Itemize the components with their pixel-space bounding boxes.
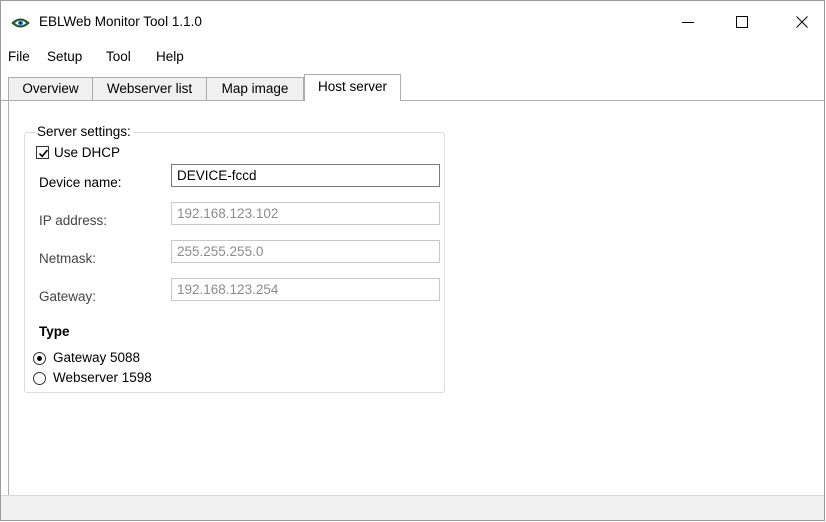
radio-gateway-5088-label: Gateway 5088 — [53, 350, 141, 365]
use-dhcp-label: Use DHCP — [54, 145, 121, 160]
title-bar: EBLWeb Monitor Tool 1.1.0 — [1, 1, 824, 46]
radio-webserver-1598-label: Webserver 1598 — [53, 370, 152, 385]
server-settings-title: Server settings: — [35, 124, 133, 139]
radio-selected-dot — [37, 356, 42, 361]
menu-setup[interactable]: Setup — [47, 49, 82, 64]
checkmark-icon — [38, 149, 49, 158]
device-name-label: Device name: — [39, 175, 122, 190]
device-name-field[interactable] — [171, 164, 440, 187]
menu-help[interactable]: Help — [156, 49, 184, 64]
tab-overview[interactable]: Overview — [8, 77, 93, 100]
window-title: EBLWeb Monitor Tool 1.1.0 — [39, 14, 202, 29]
netmask-label: Netmask: — [39, 251, 97, 266]
app-window: EBLWeb Monitor Tool 1.1.0 File Setup Too… — [0, 0, 825, 521]
gateway-label: Gateway: — [39, 289, 97, 304]
minimize-icon — [682, 16, 694, 31]
close-icon — [796, 16, 808, 31]
ip-address-label: IP address: — [39, 213, 108, 228]
close-button[interactable] — [779, 1, 824, 46]
eye-icon — [11, 15, 30, 31]
tab-map-image[interactable]: Map image — [206, 77, 304, 100]
radio-gateway-5088[interactable] — [33, 352, 46, 365]
gateway-field[interactable] — [171, 278, 440, 301]
tab-strip: Overview Webserver list Map image Host s… — [1, 74, 824, 101]
radio-webserver-1598[interactable] — [33, 372, 46, 385]
maximize-icon — [736, 16, 748, 31]
menu-tool[interactable]: Tool — [106, 49, 131, 64]
minimize-button[interactable] — [665, 1, 711, 46]
maximize-button[interactable] — [719, 1, 765, 46]
use-dhcp-checkbox[interactable] — [36, 146, 49, 159]
tab-webserver-list[interactable]: Webserver list — [92, 77, 207, 100]
menu-file[interactable]: File — [8, 49, 30, 64]
menu-bar: File Setup Tool Help — [1, 46, 824, 68]
tab-host-server[interactable]: Host server — [304, 74, 401, 101]
ip-address-field[interactable] — [171, 202, 440, 225]
netmask-field[interactable] — [171, 240, 440, 263]
status-bar — [1, 495, 824, 520]
type-heading: Type — [39, 324, 70, 339]
